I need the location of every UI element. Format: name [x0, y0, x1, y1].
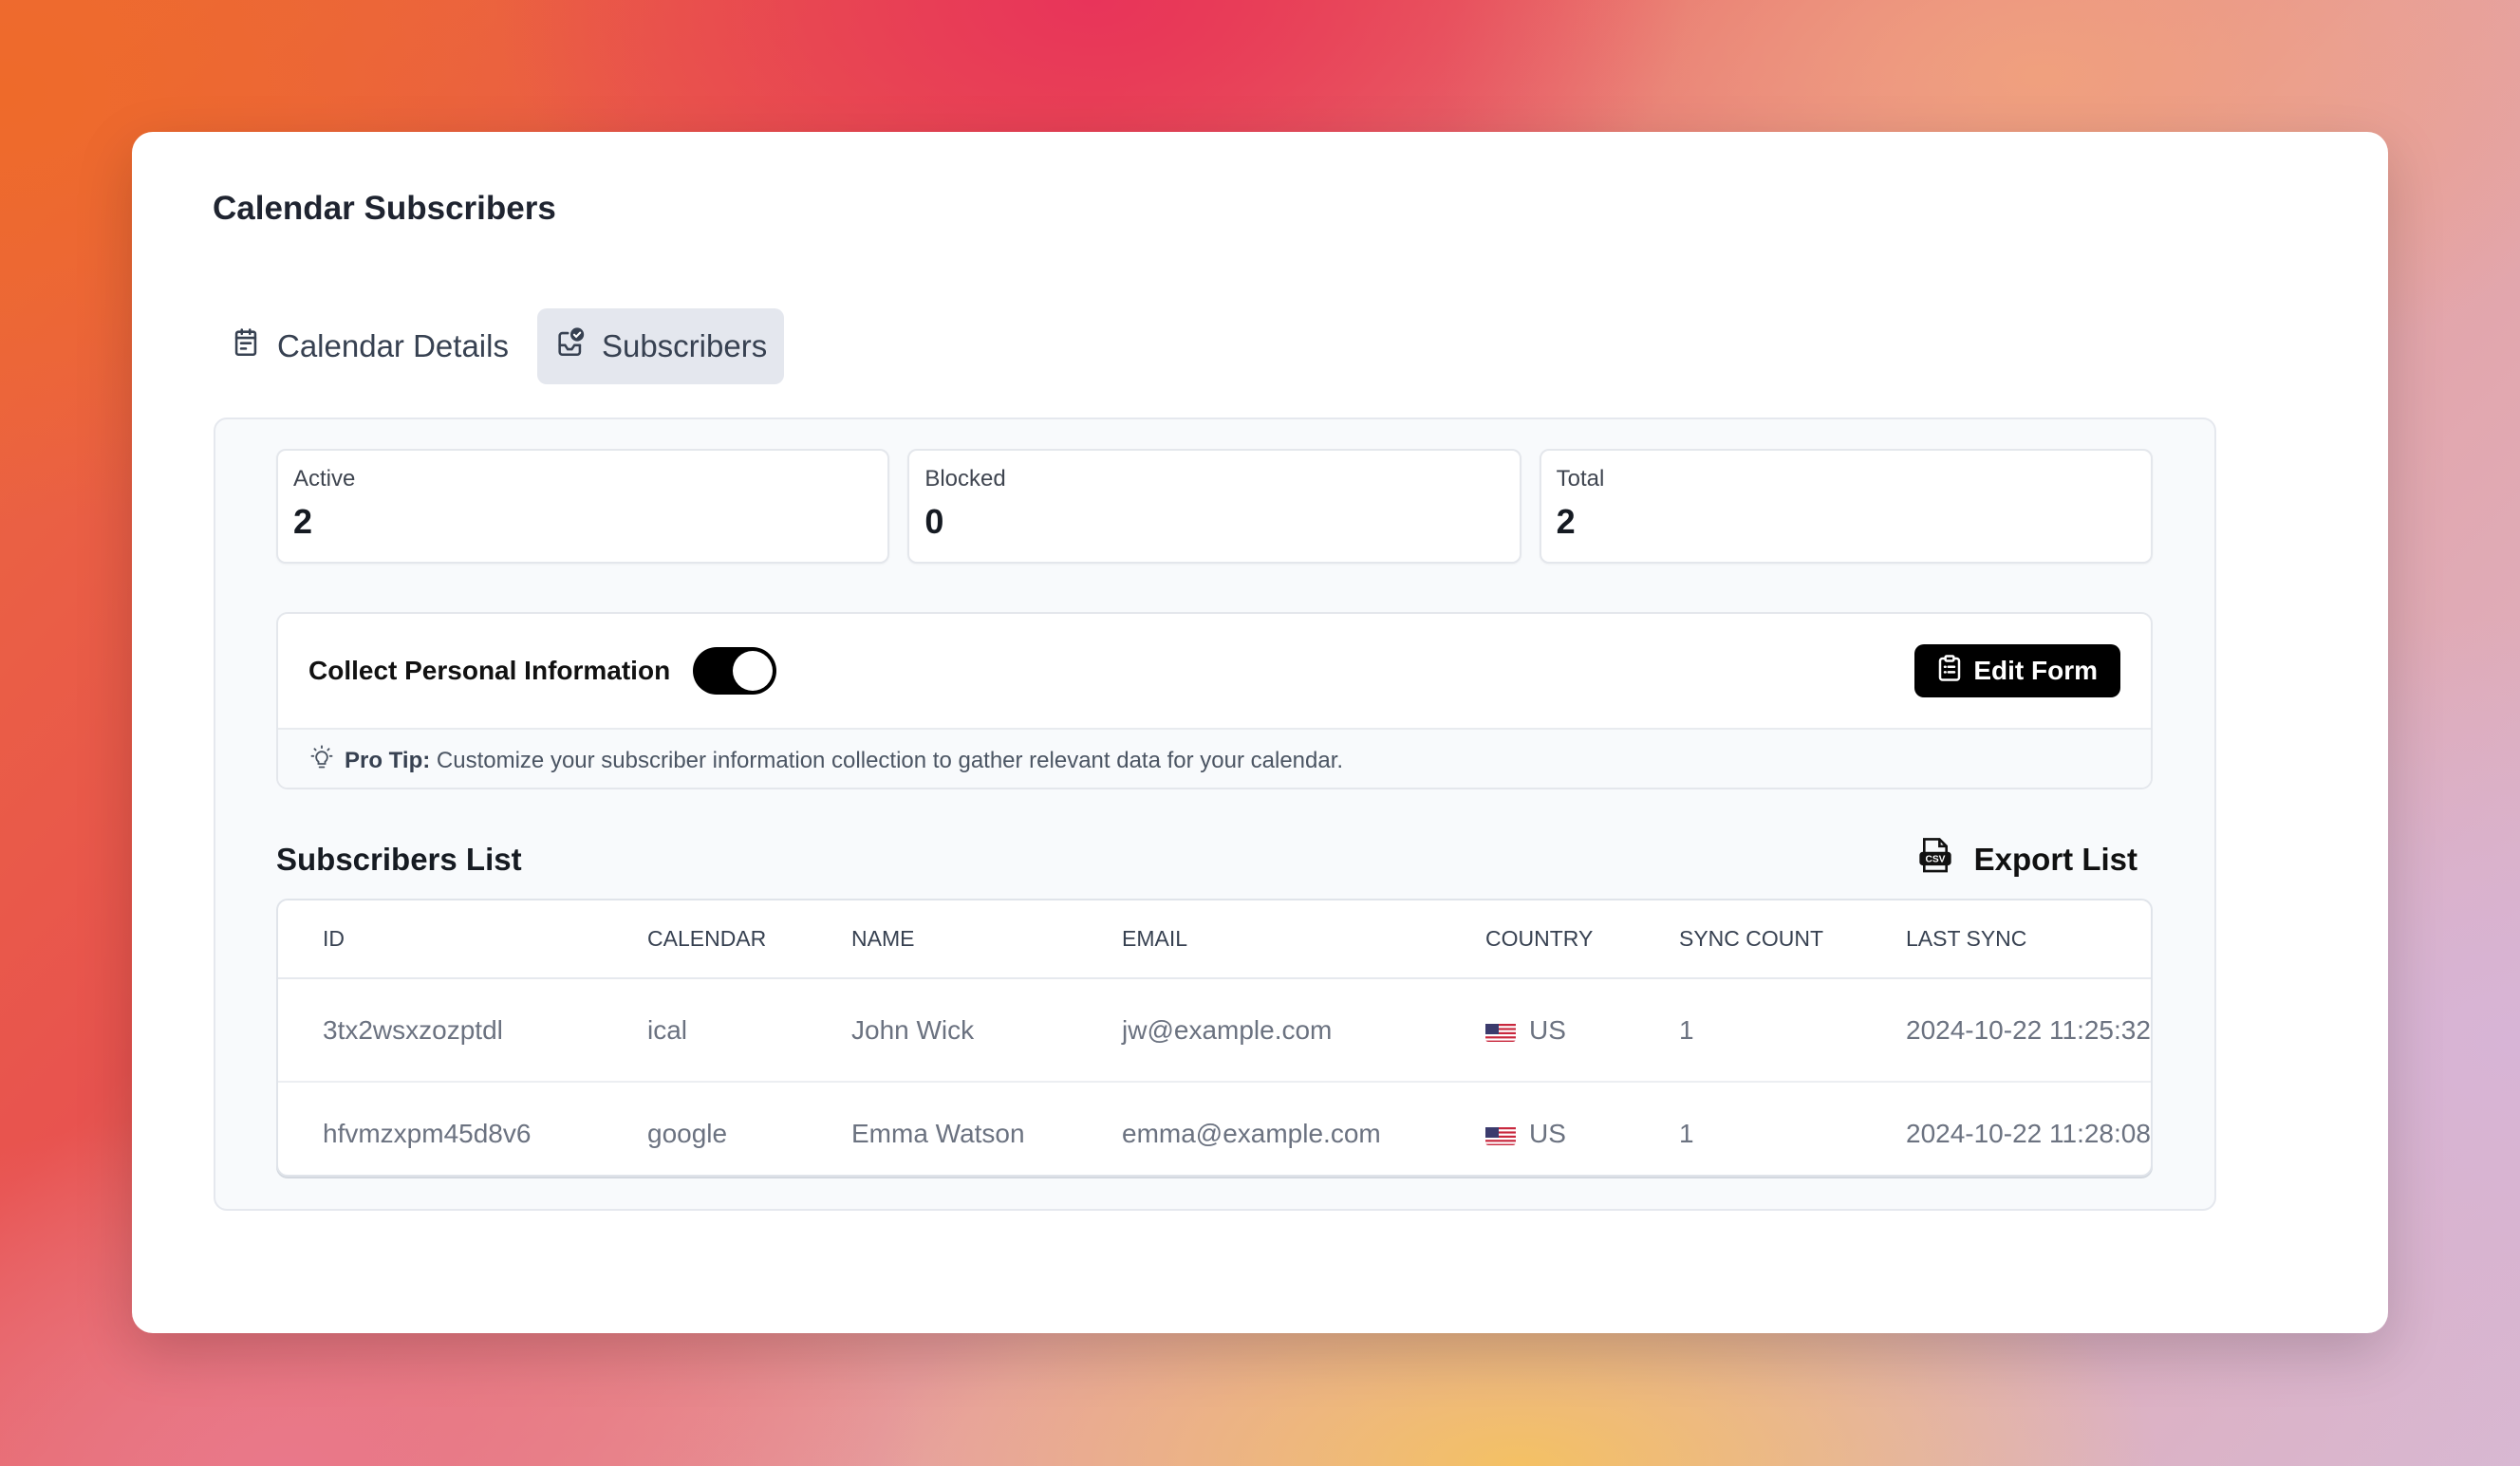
column-header-name[interactable]: NAME [850, 900, 1121, 979]
subscribers-table[interactable]: ID CALENDAR NAME EMAIL COUNTRY SYNC COUN… [276, 899, 2153, 1177]
tab-label: Subscribers [601, 328, 768, 363]
tab-subscribers[interactable]: Subscribers [536, 308, 785, 384]
stats-row: Active 2 Blocked 0 Total 2 [276, 449, 2153, 564]
column-header-email[interactable]: EMAIL [1121, 900, 1484, 979]
stat-value: 2 [1556, 502, 1576, 541]
export-list-button[interactable]: CSV Export List [1918, 838, 2153, 881]
subscribers-list-header: Subscribers List CSV Export List [276, 835, 2153, 884]
pro-tip-label: Pro Tip: [345, 747, 431, 773]
column-header-last-sync[interactable]: LAST SYNC [1905, 900, 2151, 979]
table-header-row: ID CALENDAR NAME EMAIL COUNTRY SYNC COUN… [278, 900, 2151, 979]
calendar-icon [230, 326, 262, 366]
column-header-country[interactable]: COUNTRY [1484, 900, 1678, 979]
column-header-sync-count[interactable]: SYNC COUNT [1678, 900, 1905, 979]
cell-name: John Wick [850, 978, 1121, 1083]
stat-card-total: Total 2 [1539, 449, 2153, 564]
table-row[interactable]: 3tx2wsxzozptdl ical John Wick jw@example… [278, 978, 2151, 1083]
cell-last-sync: 2024-10-22 11:25:32 [1905, 978, 2151, 1083]
pro-tip-body: Customize your subscriber information co… [430, 747, 1344, 773]
cell-calendar: ical [646, 978, 850, 1083]
export-list-label: Export List [1973, 842, 2137, 877]
country-code: US [1529, 1014, 1566, 1045]
clipboard-icon [1937, 654, 1962, 689]
cell-last-sync: 2024-10-22 11:28:08 [1906, 1118, 2151, 1148]
stat-label: Active [293, 466, 356, 492]
collect-info-toggle[interactable] [693, 647, 777, 695]
country-code: US [1529, 1118, 1566, 1148]
cell-email: jw@example.com [1121, 978, 1484, 1083]
cell-sync-count: 1 [1678, 978, 1905, 1083]
cell-id: 3tx2wsxzozptdl [278, 978, 646, 1083]
page-title: Calendar Subscribers [213, 190, 556, 227]
stat-value: 2 [293, 502, 313, 541]
subscribers-check-icon [554, 326, 587, 366]
cell-calendar: google [647, 1118, 728, 1148]
column-header-id[interactable]: ID [278, 900, 646, 979]
collect-info-control: Collect Personal Information [308, 647, 777, 695]
cell-id: hfvmzxpm45d8v6 [323, 1118, 532, 1148]
cell-email: emma@example.com [1122, 1118, 1381, 1148]
pro-tip: Pro Tip: Customize your subscriber infor… [278, 730, 2151, 788]
cell-country: US [1484, 1082, 1678, 1175]
us-flag-icon [1485, 1021, 1516, 1042]
column-header-calendar[interactable]: CALENDAR [646, 900, 850, 979]
edit-form-label: Edit Form [1973, 656, 2098, 685]
edit-form-button[interactable]: Edit Form [1914, 644, 2120, 697]
stat-label: Total [1556, 466, 1605, 492]
stat-card-active: Active 2 [276, 449, 890, 564]
collect-info-label: Collect Personal Information [308, 656, 671, 685]
csv-file-icon: CSV [1918, 838, 1951, 881]
toggle-knob [733, 651, 774, 691]
tab-bar: Calendar Details Subscribers [213, 308, 785, 384]
table-row[interactable]: hfvmzxpm45d8v6 google Emma Watson emma@e… [278, 1082, 2151, 1175]
collect-info-settings: Collect Personal Information Edit Form P… [276, 612, 2153, 789]
cell-country: US [1484, 978, 1678, 1083]
tab-label: Calendar Details [277, 328, 509, 363]
stat-label: Blocked [924, 466, 1006, 492]
us-flag-icon [1485, 1124, 1516, 1145]
stat-value: 0 [924, 502, 944, 541]
cell-sync-count: 1 [1679, 1118, 1694, 1148]
stat-card-blocked: Blocked 0 [907, 449, 1521, 564]
lightbulb-icon [308, 744, 335, 777]
subscribers-list-title: Subscribers List [276, 842, 522, 877]
cell-name: Emma Watson [851, 1118, 1025, 1148]
svg-text:CSV: CSV [1925, 855, 1945, 865]
pro-tip-text: Pro Tip: Customize your subscriber infor… [345, 748, 1343, 774]
settings-row: Collect Personal Information Edit Form [278, 614, 2151, 730]
tab-calendar-details[interactable]: Calendar Details [213, 308, 526, 384]
